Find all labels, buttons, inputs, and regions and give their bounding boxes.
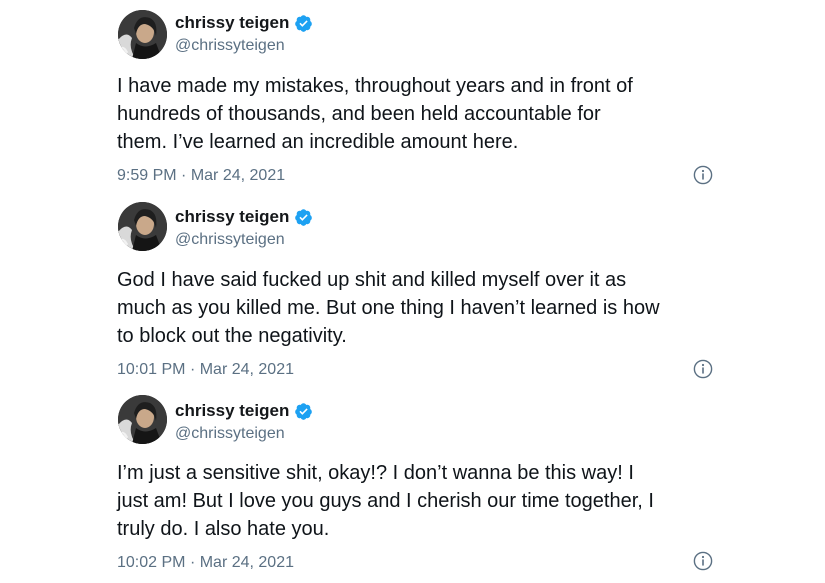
tweet-text: God I have said fucked up shit and kille… [117, 269, 660, 347]
verified-badge-icon [294, 208, 313, 227]
tweet-text: I have made my mistakes, throughout year… [117, 75, 633, 153]
handle[interactable]: @chrissyteigen [175, 425, 285, 443]
author-name-row: chrissy teigen [175, 207, 313, 227]
tweet-text: I’m just a sensitive shit, okay!? I don’… [117, 462, 654, 540]
avatar-image [118, 202, 167, 251]
timestamp[interactable]: 10:01 PM · Mar 24, 2021 [117, 361, 294, 379]
tweet-card: chrissy teigen @chrissyteigen God I have… [100, 195, 725, 388]
tweet-time: 10:01 PM [117, 361, 186, 378]
avatar[interactable] [118, 395, 167, 444]
handle[interactable]: @chrissyteigen [175, 37, 285, 55]
verified-badge-icon [294, 402, 313, 421]
tweet-date: Mar 24, 2021 [199, 554, 294, 571]
author-name-row: chrissy teigen [175, 13, 313, 33]
tweet-card: chrissy teigen @chrissyteigen I’m just a… [100, 388, 725, 583]
timestamp-separator: · [189, 554, 196, 571]
tweet-screenshot-collage: chrissy teigen @chrissyteigen I have mad… [100, 0, 725, 583]
tweet-date: Mar 24, 2021 [199, 361, 294, 378]
avatar-image [118, 395, 167, 444]
info-icon[interactable] [693, 165, 713, 185]
info-icon[interactable] [693, 359, 713, 379]
tweet-date: Mar 24, 2021 [190, 167, 286, 184]
verified-badge-icon [294, 14, 313, 33]
timestamp[interactable]: 9:59 PM · Mar 24, 2021 [117, 167, 285, 185]
display-name[interactable]: chrissy teigen [175, 13, 289, 33]
handle[interactable]: @chrissyteigen [175, 231, 285, 249]
display-name[interactable]: chrissy teigen [175, 401, 289, 421]
tweet-time: 9:59 PM [117, 167, 177, 184]
avatar[interactable] [118, 10, 167, 59]
avatar-image [118, 10, 167, 59]
avatar[interactable] [118, 202, 167, 251]
info-icon[interactable] [693, 551, 713, 571]
display-name[interactable]: chrissy teigen [175, 207, 289, 227]
timestamp-separator: · [181, 167, 187, 184]
tweet-time: 10:02 PM [117, 554, 186, 571]
timestamp-separator: · [189, 361, 196, 378]
timestamp[interactable]: 10:02 PM · Mar 24, 2021 [117, 554, 294, 572]
author-name-row: chrissy teigen [175, 401, 313, 421]
tweet-card: chrissy teigen @chrissyteigen I have mad… [100, 0, 725, 195]
